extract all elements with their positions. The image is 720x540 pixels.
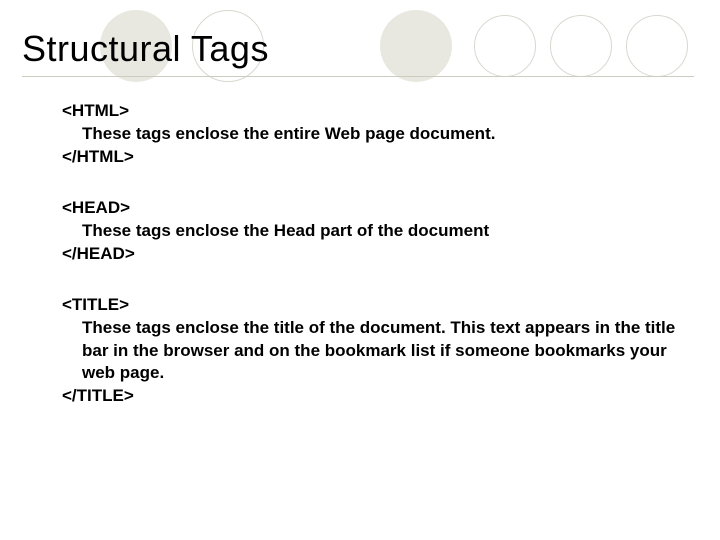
- tag-close: </HEAD>: [62, 243, 682, 266]
- tag-block: <HTML> These tags enclose the entire Web…: [62, 100, 682, 169]
- tag-close: </TITLE>: [62, 385, 682, 408]
- title-underline: [22, 76, 694, 77]
- content-area: <HTML> These tags enclose the entire Web…: [62, 100, 682, 408]
- decoration-circle: [550, 15, 612, 77]
- decoration-circle: [626, 15, 688, 77]
- tag-open: <HEAD>: [62, 197, 682, 220]
- tag-block: <TITLE> These tags enclose the title of …: [62, 294, 682, 409]
- tag-description: These tags enclose the Head part of the …: [62, 220, 682, 243]
- tag-close: </HTML>: [62, 146, 682, 169]
- decoration-circle: [474, 15, 536, 77]
- tag-open: <TITLE>: [62, 294, 682, 317]
- tag-block: <HEAD> These tags enclose the Head part …: [62, 197, 682, 266]
- tag-description: These tags enclose the title of the docu…: [62, 317, 682, 386]
- page-title: Structural Tags: [22, 28, 269, 70]
- tag-open: <HTML>: [62, 100, 682, 123]
- decoration-circle: [380, 10, 452, 82]
- tag-description: These tags enclose the entire Web page d…: [62, 123, 682, 146]
